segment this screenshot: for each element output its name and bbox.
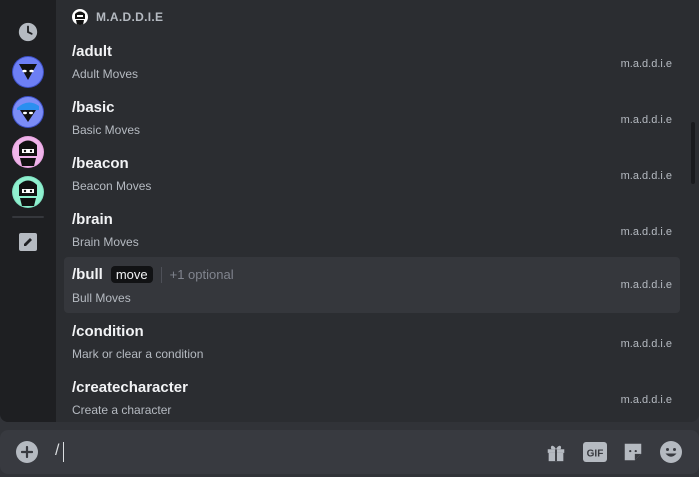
command-option-pill[interactable]: move (110, 266, 153, 283)
command-name: /beacon (72, 155, 129, 172)
bot-avatar-3[interactable] (12, 136, 44, 168)
command-item-brain[interactable]: /brain Brain Moves m.a.d.d.i.e (64, 205, 680, 261)
gift-icon (547, 445, 565, 462)
app-section-header: M.A.D.D.I.E (72, 8, 163, 26)
command-source: m.a.d.d.i.e (620, 394, 672, 406)
command-description: Brain Moves (72, 235, 139, 249)
optional-count: +1 optional (169, 267, 234, 282)
command-item-createcharacter[interactable]: /createcharacter Create a character m.a.… (64, 373, 680, 422)
rail-divider (12, 216, 44, 218)
command-description: Mark or clear a condition (72, 347, 204, 361)
gift-button[interactable] (543, 439, 569, 465)
gif-button[interactable]: GIF (582, 439, 608, 465)
sticker-button[interactable] (620, 439, 646, 465)
command-list-scrollbar[interactable] (691, 122, 695, 184)
command-description: Basic Moves (72, 123, 141, 137)
command-source: m.a.d.d.i.e (620, 226, 672, 238)
command-source: m.a.d.d.i.e (620, 279, 672, 291)
command-name: /bull (72, 266, 103, 283)
bot-avatar-icon (13, 97, 43, 127)
command-item-bull[interactable]: /bull move +1 optional Bull Moves m.a.d.… (64, 257, 680, 313)
bot-avatar-1[interactable] (12, 56, 44, 88)
command-name: /brain (72, 211, 113, 228)
emoji-button[interactable] (658, 439, 684, 465)
bot-avatar-2[interactable] (12, 96, 44, 128)
command-description: Beacon Moves (72, 179, 152, 193)
message-input[interactable]: / (55, 442, 59, 460)
message-composer: / GIF (0, 430, 699, 474)
gif-icon: GIF (583, 442, 607, 462)
option-divider (160, 266, 162, 283)
command-description: Create a character (72, 403, 172, 417)
sticker-icon (624, 443, 642, 461)
svg-text:GIF: GIF (587, 449, 604, 460)
bot-avatar-icon (13, 137, 43, 167)
clock-icon (18, 22, 38, 42)
command-name: /basic (72, 99, 115, 116)
bot-avatar-icon (13, 177, 43, 207)
command-name: /createcharacter (72, 379, 188, 396)
edit-commands-button[interactable] (12, 226, 44, 258)
command-item-condition[interactable]: /condition Mark or clear a condition m.a… (64, 317, 680, 373)
bot-avatar-icon (13, 57, 43, 87)
emoji-icon (660, 441, 682, 463)
command-app-rail (0, 0, 56, 422)
command-item-adult[interactable]: /adult Adult Moves m.a.d.d.i.e (64, 37, 680, 93)
command-source: m.a.d.d.i.e (620, 114, 672, 126)
command-item-basic[interactable]: /basic Basic Moves m.a.d.d.i.e (64, 93, 680, 149)
command-name: /adult (72, 43, 112, 60)
command-source: m.a.d.d.i.e (620, 58, 672, 70)
text-caret (63, 442, 64, 462)
bot-avatar-4[interactable] (12, 176, 44, 208)
attach-button[interactable] (16, 441, 38, 463)
command-source: m.a.d.d.i.e (620, 170, 672, 182)
app-section-name: M.A.D.D.I.E (96, 10, 164, 24)
app-avatar-icon (72, 9, 88, 25)
command-name-row: /bull move +1 optional (72, 266, 234, 283)
command-name: /condition (72, 323, 144, 340)
command-description: Bull Moves (72, 291, 131, 305)
command-list: M.A.D.D.I.E /adult Adult Moves m.a.d.d.i… (56, 0, 699, 422)
command-description: Adult Moves (72, 67, 139, 81)
slash-command-popup: M.A.D.D.I.E /adult Adult Moves m.a.d.d.i… (0, 0, 699, 422)
command-item-beacon[interactable]: /beacon Beacon Moves m.a.d.d.i.e (64, 149, 680, 205)
recent-commands-button[interactable] (12, 16, 44, 48)
command-source: m.a.d.d.i.e (620, 338, 672, 350)
plus-icon (21, 446, 33, 458)
pencil-icon (19, 233, 37, 251)
